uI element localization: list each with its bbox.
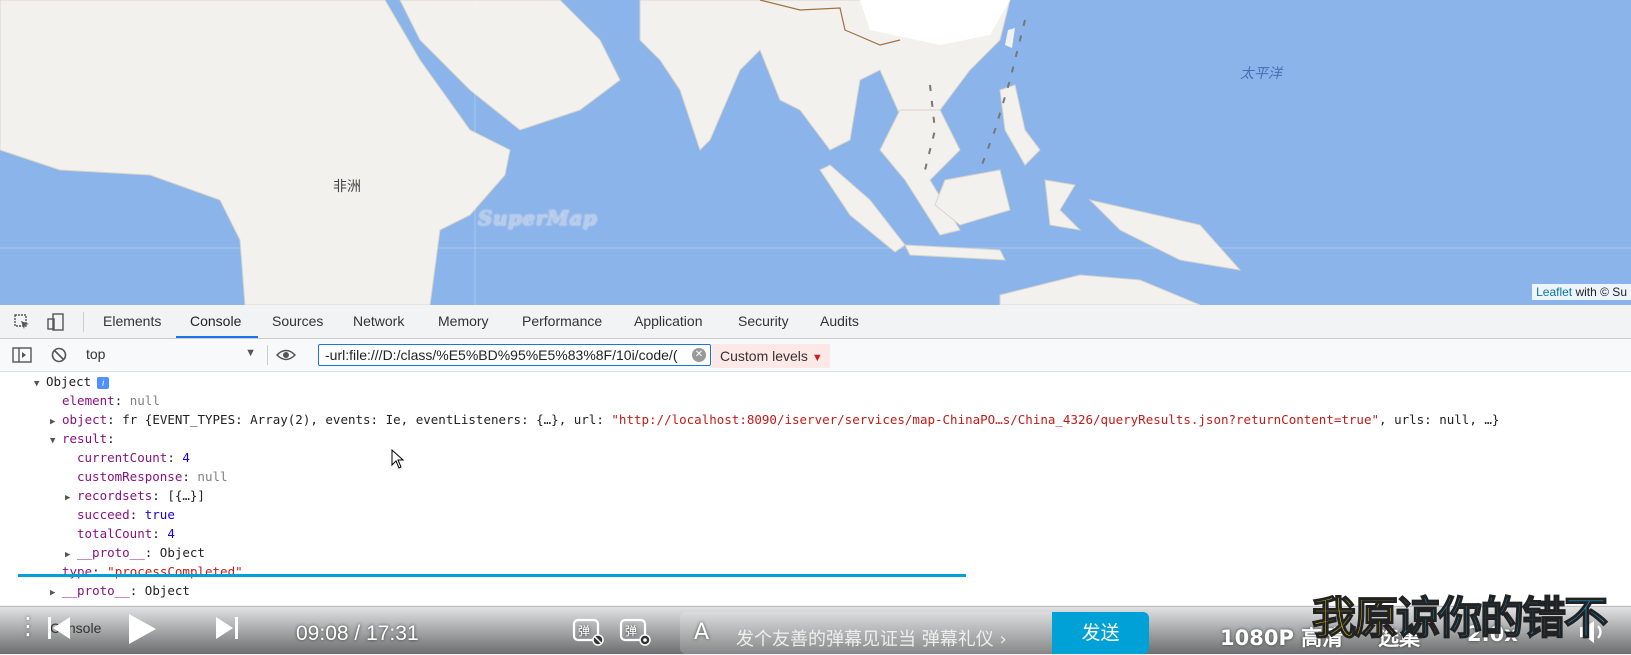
danmaku-etiquette-link[interactable]: 弹幕礼仪 › — [922, 629, 1007, 650]
text-style-icon[interactable]: A — [694, 620, 709, 645]
console-row-recordsets[interactable]: ▶ recordsets: [{…}] — [65, 486, 205, 505]
prop-key: recordsets — [77, 488, 153, 503]
console-row-succeed: succeed: true — [77, 507, 175, 522]
console-row-customresponse: customResponse: null — [77, 469, 228, 484]
execution-context-select[interactable]: top ▼ — [86, 346, 256, 366]
info-icon: i — [97, 377, 110, 389]
console-row-root[interactable]: ▼ Object i — [34, 372, 110, 391]
console-toolbar: top ▼ -url:file:///D:/class/%E5%BD%95%E5… — [0, 339, 1631, 372]
tab-elements[interactable]: Elements — [103, 313, 161, 329]
prop-key: succeed — [77, 507, 130, 522]
toolbar-separator — [267, 345, 268, 365]
log-levels-label: Custom levels — [720, 348, 808, 364]
prop-key: __proto__ — [77, 545, 145, 560]
subtitle-part-2: 谅你的错不 — [1395, 592, 1609, 645]
devtools-tab-bar: Elements Console Sources Network Memory … — [0, 305, 1631, 339]
map-label-africa: 非洲 — [333, 179, 361, 195]
console-row-result[interactable]: ▼ result: — [50, 429, 115, 448]
sidebar-toggle-icon[interactable] — [12, 346, 32, 364]
prop-value: null — [129, 393, 160, 408]
context-value: top — [86, 346, 106, 362]
eye-icon[interactable] — [275, 346, 297, 364]
svg-text:弹: 弹 — [625, 624, 637, 638]
more-options-icon[interactable]: ⋮ — [16, 612, 40, 640]
console-row-currentcount: currentCount: 4 — [77, 450, 190, 465]
log-levels-dropdown[interactable]: Custom levels ▼ — [712, 344, 830, 368]
subtitle-part-1: 我原 — [1311, 592, 1399, 645]
danmaku-settings-icon[interactable]: 弹 — [619, 616, 651, 650]
expanded-triangle-icon: ▼ — [34, 379, 40, 389]
root-label: Object — [46, 374, 92, 389]
video-subtitle: 我原谅你的错不 — [1311, 582, 1609, 646]
prop-key: __proto__ — [62, 583, 130, 598]
console-filter-input[interactable]: -url:file:///D:/class/%E5%BD%95%E5%83%8F… — [318, 344, 711, 366]
tab-console[interactable]: Console — [190, 313, 241, 329]
object-url: "http://localhost:8090/iserver/services/… — [611, 412, 1380, 427]
tab-audits[interactable]: Audits — [820, 313, 859, 329]
danmaku-toggle-icon[interactable]: 弹 — [572, 616, 604, 650]
tab-sources[interactable]: Sources — [272, 313, 323, 329]
time-total: 17:31 — [366, 622, 419, 645]
tab-application[interactable]: Application — [634, 313, 703, 329]
console-row-element: element: null — [62, 393, 160, 408]
prop-value: Object — [137, 583, 190, 598]
collapsed-triangle-icon: ▶ — [65, 493, 71, 503]
console-row-proto-root[interactable]: ▶ __proto__: Object — [50, 581, 190, 600]
map-label-pacific: 太平洋 — [1240, 66, 1282, 82]
collapsed-triangle-icon: ▶ — [50, 588, 56, 598]
prop-value: [{…}] — [159, 488, 205, 503]
chevron-down-icon: ▼ — [811, 352, 823, 364]
tab-performance[interactable]: Performance — [522, 313, 602, 329]
danmaku-placeholder-text: 发个友善的弹幕见证当 — [736, 629, 916, 650]
send-danmaku-button[interactable]: 发送 — [1052, 612, 1149, 654]
prop-value: 4 — [167, 526, 175, 541]
video-progress-bar[interactable] — [18, 574, 1133, 577]
map-attribution: Leaflet with © Su — [1532, 284, 1631, 300]
previous-icon[interactable] — [46, 614, 72, 646]
svg-text:弹: 弹 — [578, 624, 590, 638]
console-output: ▼ Object i element: null ▶ object: fr {EVEN… — [0, 372, 1631, 606]
active-tab-indicator — [176, 336, 258, 338]
prop-value: Object — [152, 545, 205, 560]
console-row-type: type: "processCompleted" — [62, 564, 243, 579]
danmaku-input[interactable]: 发个友善的弹幕见证当 弹幕礼仪 › — [736, 625, 1007, 651]
console-row-proto[interactable]: ▶ __proto__: Object — [65, 543, 205, 562]
object-preview: fr {EVENT_TYPES: Array(2), events: Ie, e… — [114, 412, 612, 427]
play-icon[interactable] — [126, 612, 158, 650]
prop-value: 4 — [182, 450, 190, 465]
tab-memory[interactable]: Memory — [438, 313, 489, 329]
time-separator: / — [348, 622, 367, 645]
supermap-watermark: SuperMap — [478, 206, 598, 230]
mouse-cursor-icon — [391, 448, 405, 472]
map-view[interactable]: 非洲 太平洋 SuperMap Leaflet with © Su — [0, 0, 1631, 305]
tab-security[interactable]: Security — [738, 313, 789, 329]
time-current: 09:08 — [296, 622, 349, 645]
chevron-down-icon: ▼ — [245, 347, 256, 359]
prop-key: currentCount — [77, 450, 168, 465]
time-display: 09:08 / 17:31 — [296, 622, 419, 646]
attribution-text: with © Su — [1572, 285, 1627, 299]
prop-key: object — [62, 412, 108, 427]
leaflet-link[interactable]: Leaflet — [1536, 285, 1572, 299]
tab-separator — [83, 312, 84, 332]
prop-key: totalCount — [77, 526, 153, 541]
prop-key: customResponse — [77, 469, 183, 484]
console-row-object[interactable]: ▶ object: fr {EVENT_TYPES: Array(2), even… — [50, 410, 1499, 429]
clear-console-icon[interactable] — [50, 346, 68, 364]
tab-network[interactable]: Network — [353, 313, 404, 329]
prop-key: element — [62, 393, 115, 408]
clear-filter-icon[interactable]: ✕ — [692, 348, 706, 362]
video-progress-fill — [18, 574, 966, 577]
expanded-triangle-icon: ▼ — [50, 436, 56, 446]
prop-key: result — [62, 431, 108, 446]
prop-value: null — [197, 469, 228, 484]
next-icon[interactable] — [214, 614, 240, 646]
object-preview-tail: , urls: null, …} — [1379, 412, 1500, 427]
device-toolbar-icon[interactable] — [47, 313, 65, 331]
inspect-element-icon[interactable] — [13, 313, 31, 331]
map-land-shapes — [0, 0, 1631, 305]
console-row-totalcount: totalCount: 4 — [77, 526, 175, 541]
prop-value: true — [144, 507, 175, 522]
